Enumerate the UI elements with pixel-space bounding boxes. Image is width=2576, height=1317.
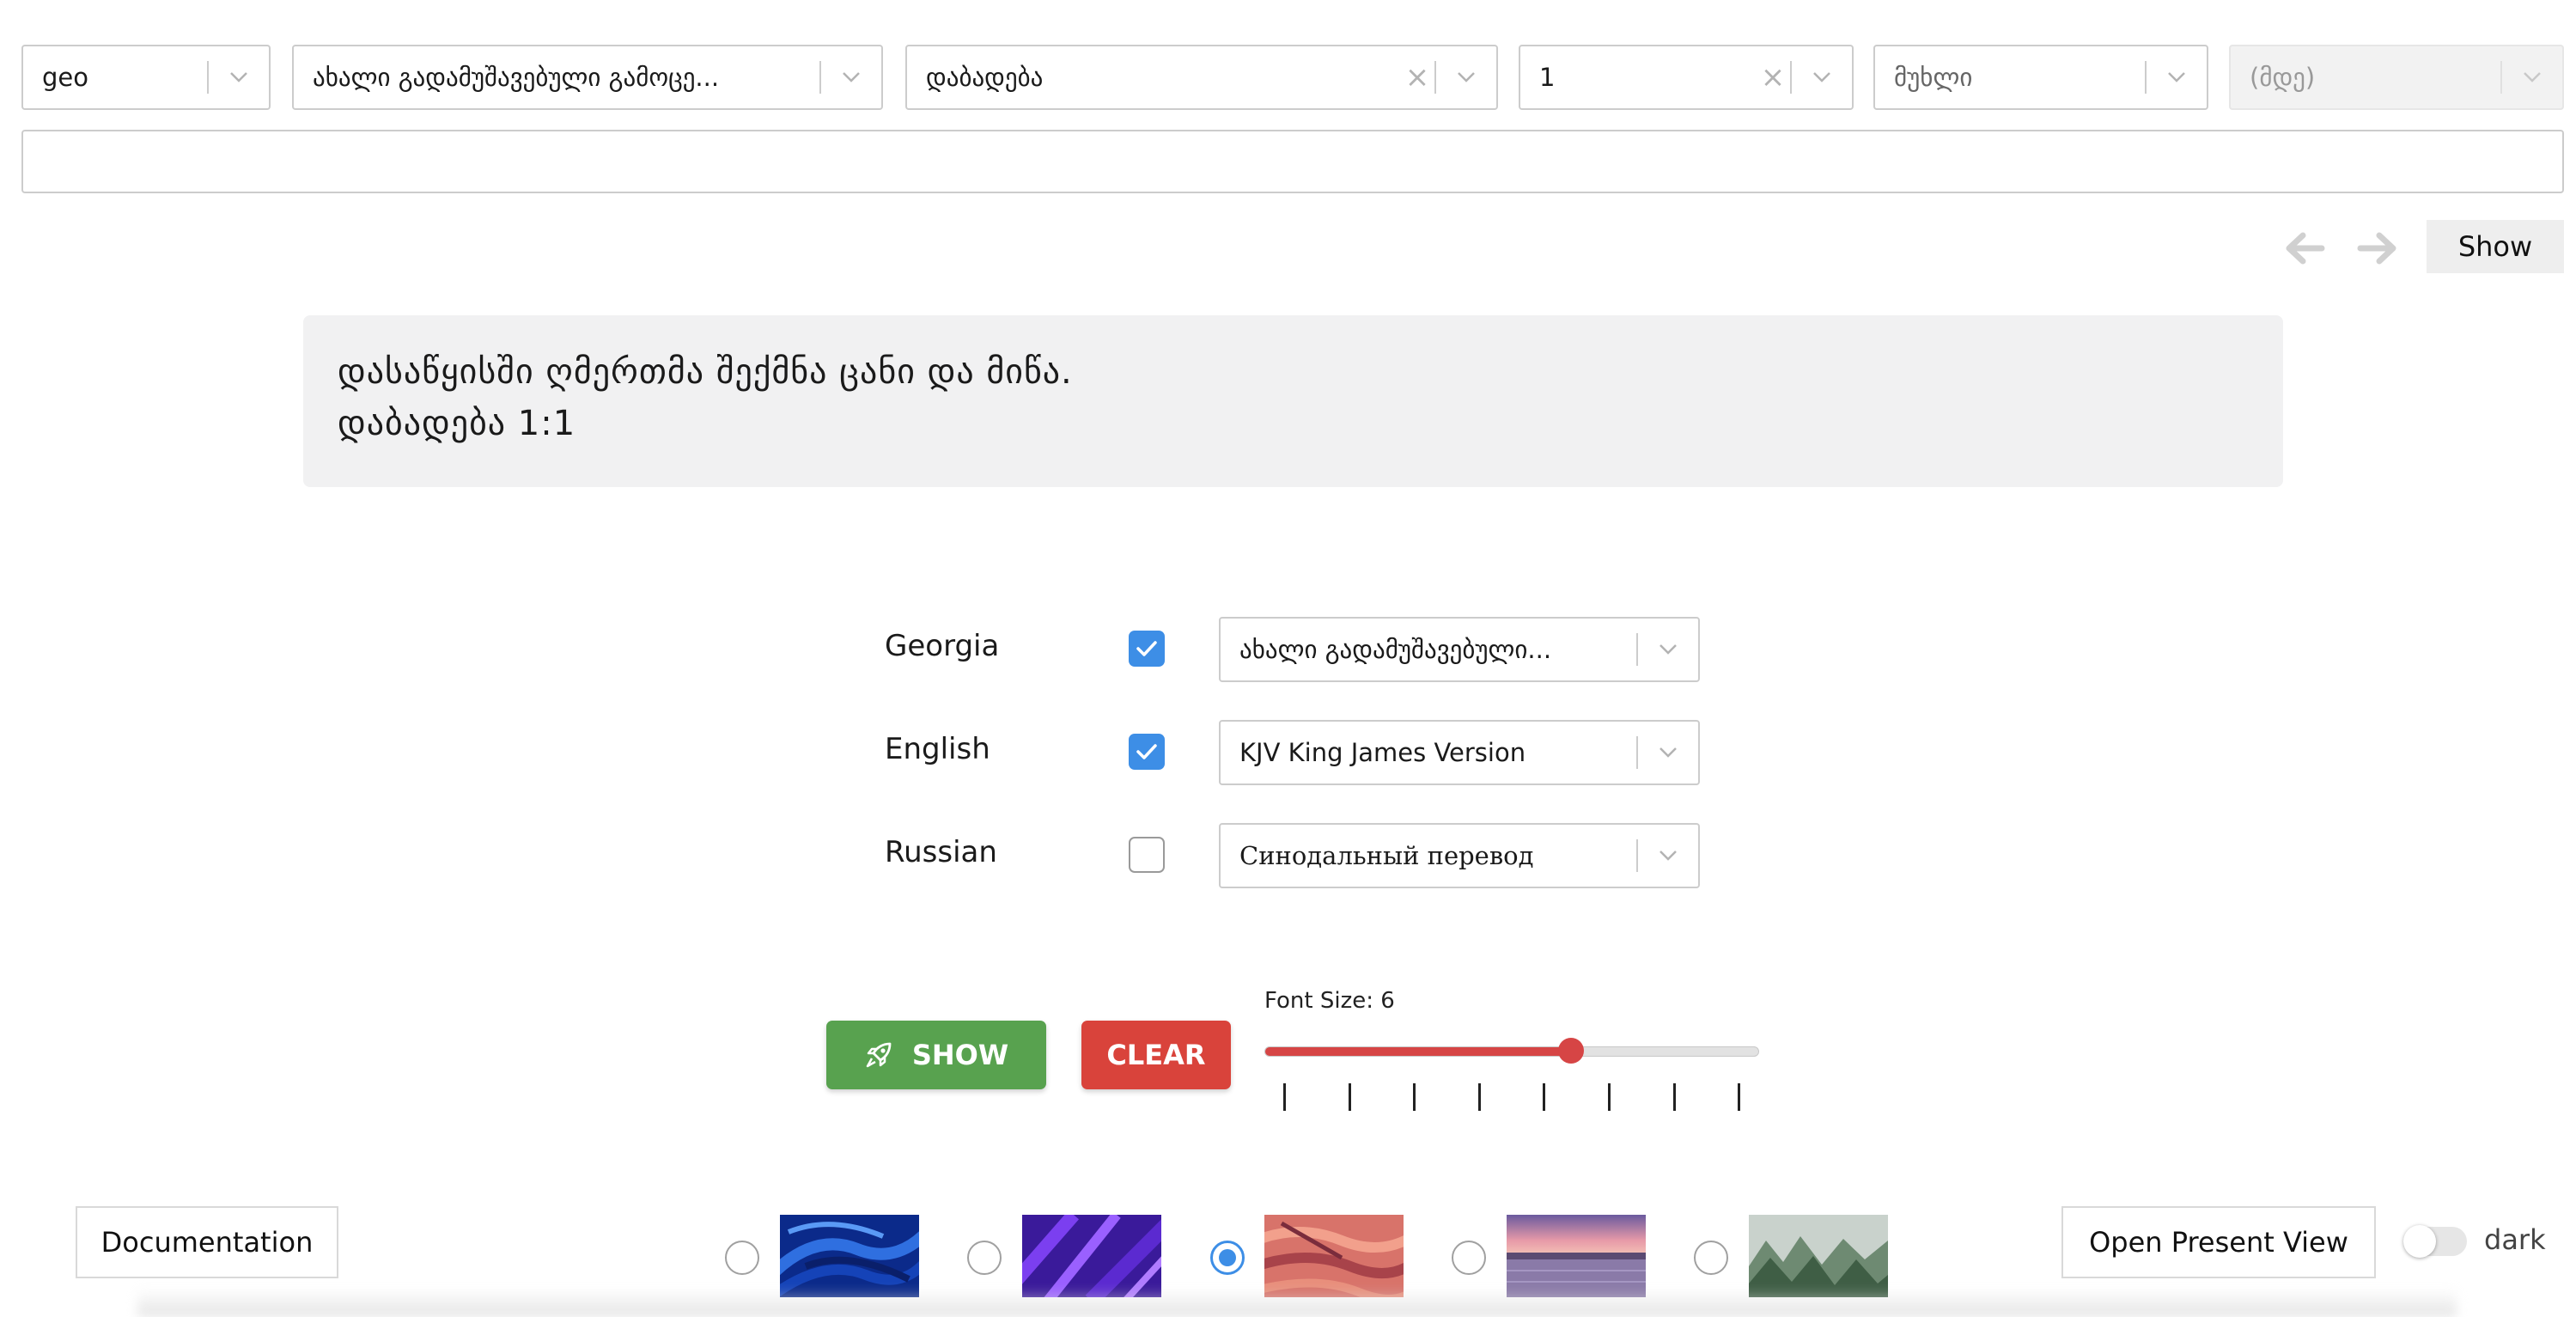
russian-translation-value: Синодальный перевод	[1239, 841, 1534, 870]
slider-tick	[1283, 1083, 1286, 1111]
translation-select-value: ახალი გადამუშავებული გამოცე...	[313, 63, 720, 92]
verse-display: დასაწყისში ღმერთმა შექმნა ცანი და მიწა. …	[303, 315, 2283, 487]
search-input[interactable]	[21, 130, 2564, 193]
chevron-down-icon	[2502, 71, 2562, 83]
dark-mode-label: dark	[2484, 1223, 2546, 1256]
slider-tick	[1738, 1083, 1741, 1111]
translation-select[interactable]: ახალი გადამუშავებული გამოცე...	[292, 45, 883, 110]
language-label-russian: Russian	[885, 835, 997, 869]
book-select[interactable]: დაბადება ×	[905, 45, 1498, 110]
clear-button[interactable]: CLEAR	[1081, 1021, 1231, 1089]
language-select[interactable]: geo	[21, 45, 271, 110]
verse-select-value: მუხლი	[1894, 63, 1973, 92]
arrow-right-icon[interactable]	[2354, 229, 2401, 268]
font-size-slider[interactable]	[1264, 1046, 1759, 1057]
background-radio-4[interactable]	[1452, 1241, 1486, 1275]
background-radio-1[interactable]	[725, 1241, 759, 1275]
georgia-checkbox[interactable]	[1129, 631, 1165, 667]
language-label-georgia: Georgia	[885, 629, 1000, 663]
chevron-down-icon[interactable]	[1638, 850, 1698, 862]
georgia-translation-value: ახალი გადამუშავებული...	[1239, 635, 1552, 664]
background-radio-3[interactable]	[1210, 1241, 1245, 1275]
english-checkbox[interactable]	[1129, 734, 1165, 770]
chevron-down-icon[interactable]	[209, 71, 269, 83]
slider-tick	[1477, 1083, 1481, 1111]
language-label-english: English	[885, 732, 990, 766]
chevron-down-icon[interactable]	[1638, 747, 1698, 759]
chapter-select-value: 1	[1539, 63, 1556, 92]
slider-tick	[1413, 1083, 1416, 1111]
chevron-down-icon[interactable]	[2147, 71, 2207, 83]
show-button[interactable]: Show	[2427, 220, 2564, 273]
verse-reference: დაბადება 1:1	[338, 404, 576, 443]
verse-text: დასაწყისში ღმერთმა შექმნა ცანი და მიწა.	[338, 352, 1073, 392]
verse-end-select-value: (მდე)	[2250, 63, 2316, 92]
rocket-icon	[866, 1042, 892, 1068]
english-translation-select[interactable]: KJV King James Version	[1219, 720, 1700, 785]
book-select-value: დაბადება	[926, 63, 1044, 92]
english-translation-value: KJV King James Version	[1239, 738, 1526, 767]
slider-tick	[1608, 1083, 1611, 1111]
verse-select[interactable]: მუხლი	[1873, 45, 2208, 110]
open-present-view-button[interactable]: Open Present View	[2061, 1206, 2376, 1278]
chevron-down-icon[interactable]	[1638, 643, 1698, 655]
arrow-left-icon[interactable]	[2281, 229, 2328, 268]
background-thumbnail-misty-forest[interactable]	[1749, 1215, 1888, 1297]
chevron-down-icon[interactable]	[1436, 71, 1496, 83]
verse-end-select: (მდე)	[2229, 45, 2564, 110]
chapter-select[interactable]: 1 ×	[1519, 45, 1854, 110]
background-thumbnail-sunset-lake[interactable]	[1507, 1215, 1646, 1297]
background-radio-2[interactable]	[967, 1241, 1002, 1275]
slider-tick	[1543, 1083, 1546, 1111]
georgia-translation-select[interactable]: ახალი გადამუშავებული...	[1219, 617, 1700, 682]
toggle-knob	[2403, 1225, 2436, 1258]
show-verses-button[interactable]: SHOW	[826, 1021, 1046, 1089]
show-verses-label: SHOW	[911, 1039, 1009, 1071]
slider-fill	[1265, 1047, 1572, 1056]
background-thumbnail-blue-brush[interactable]	[780, 1215, 919, 1297]
russian-translation-select[interactable]: Синодальный перевод	[1219, 823, 1700, 888]
russian-checkbox[interactable]	[1129, 837, 1165, 873]
slider-tick	[1672, 1083, 1676, 1111]
chevron-down-icon[interactable]	[821, 71, 881, 83]
documentation-button[interactable]: Documentation	[76, 1206, 338, 1278]
slider-handle[interactable]	[1558, 1038, 1584, 1064]
dark-mode-toggle[interactable]	[2403, 1225, 2467, 1258]
background-thumbnail-purple-brush[interactable]	[1022, 1215, 1161, 1297]
language-select-value: geo	[42, 63, 88, 92]
chevron-down-icon[interactable]	[1792, 71, 1852, 83]
background-thumbnail-coral-brush[interactable]	[1264, 1215, 1404, 1297]
background-radio-5[interactable]	[1694, 1241, 1728, 1275]
slider-tick	[1348, 1083, 1351, 1111]
font-size-label: Font Size: 6	[1264, 988, 1395, 1014]
clear-icon[interactable]: ×	[1400, 60, 1434, 95]
bottom-shadow	[137, 1289, 2457, 1317]
clear-icon[interactable]: ×	[1756, 60, 1790, 95]
